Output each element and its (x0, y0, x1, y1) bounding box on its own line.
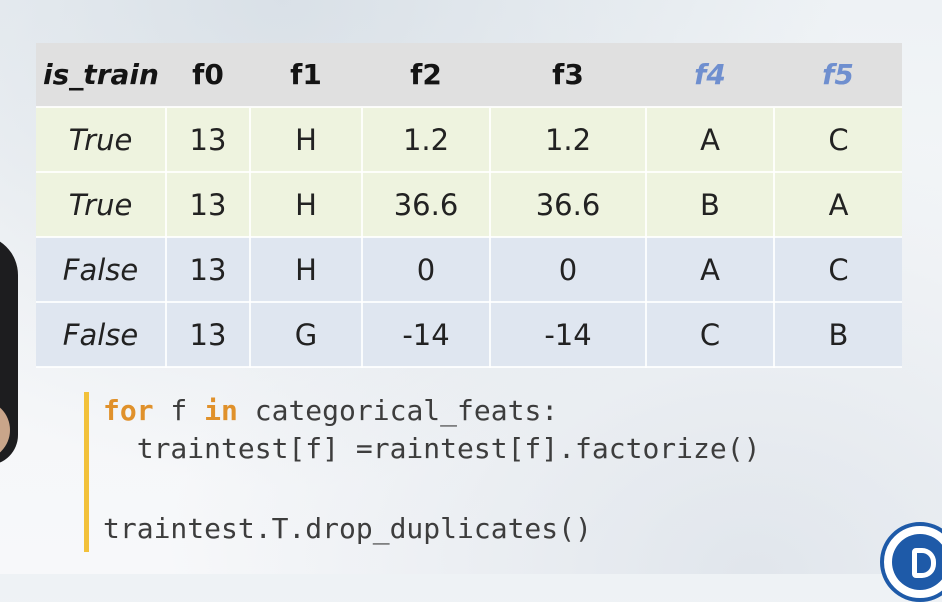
table-row: False 13 G -14 -14 C B (36, 302, 902, 368)
table-cell: 36.6 (362, 172, 491, 238)
table-row: False 13 H 0 0 A C (36, 237, 902, 303)
column-header-f0: f0 (166, 43, 250, 108)
table-cell: A (774, 172, 902, 238)
table-cell: C (646, 302, 775, 368)
table-cell: C (774, 237, 902, 303)
table-cell: H (250, 172, 363, 238)
table-cell: 13 (166, 302, 251, 368)
table-cell: True (36, 107, 167, 173)
column-header-f1: f1 (250, 43, 362, 108)
table-cell: B (646, 172, 775, 238)
keyword-in: in (204, 394, 238, 427)
table-cell: 0 (362, 237, 491, 303)
table-cell: C (774, 107, 902, 173)
table-cell: 1.2 (490, 107, 647, 173)
table-cell: 1.2 (362, 107, 491, 173)
code-text: f (153, 394, 205, 427)
table-cell: False (36, 237, 167, 303)
table-cell: B (774, 302, 902, 368)
column-header-f4: f4 (646, 43, 774, 108)
table-cell: A (646, 237, 775, 303)
code-snippet: for f in categorical_feats: traintest[f]… (84, 392, 923, 552)
column-header-f3: f3 (490, 43, 646, 108)
column-header-f2: f2 (362, 43, 490, 108)
keyword-for: for (103, 394, 154, 427)
code-text: categorical_feats: (237, 394, 559, 427)
table-cell: False (36, 302, 167, 368)
column-header-is-train: is_train (36, 43, 166, 108)
column-header-f5: f5 (774, 43, 902, 108)
table-header-row: is_train f0 f1 f2 f3 f4 f5 (36, 43, 902, 108)
table-cell: H (250, 237, 363, 303)
table-row: True 13 H 36.6 36.6 B A (36, 172, 902, 238)
table-cell: 13 (166, 107, 251, 173)
code-line-drop-duplicates: traintest.T.drop_duplicates() (103, 512, 592, 545)
table-cell: A (646, 107, 775, 173)
table-cell: -14 (490, 302, 647, 368)
code-line-for-loop: for f in categorical_feats: (103, 392, 923, 430)
table-cell: G (250, 302, 363, 368)
table-cell: H (250, 107, 363, 173)
table-cell: -14 (362, 302, 491, 368)
table-cell: 36.6 (490, 172, 647, 238)
features-table: is_train f0 f1 f2 f3 f4 f5 True 13 H 1.2… (36, 43, 902, 368)
table-row: True 13 H 1.2 1.2 A C (36, 107, 902, 173)
table-cell: True (36, 172, 167, 238)
table-cell: 13 (166, 237, 251, 303)
table-cell: 0 (490, 237, 647, 303)
table-cell: 13 (166, 172, 251, 238)
logo-inner-circle (892, 534, 942, 590)
code-line-factorize: traintest[f] =raintest[f].factorize() (103, 432, 761, 465)
